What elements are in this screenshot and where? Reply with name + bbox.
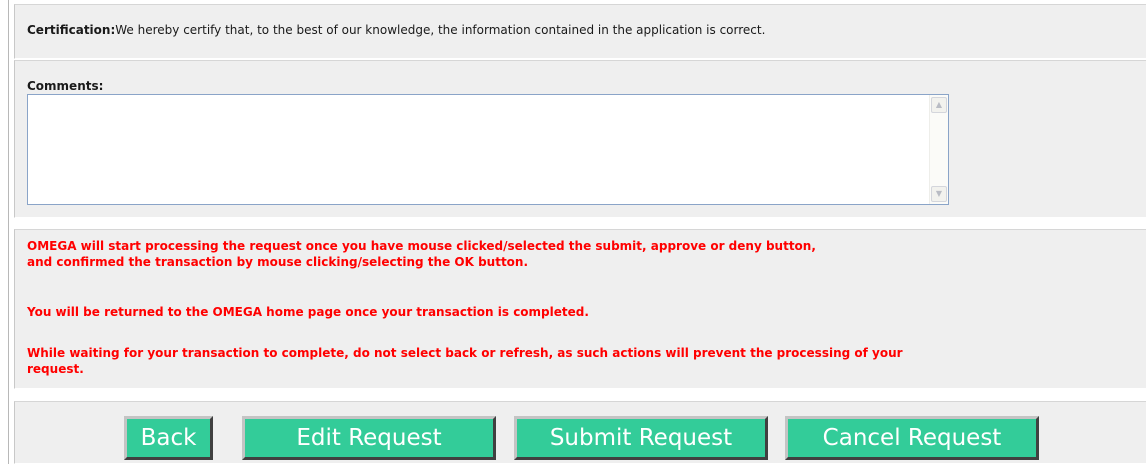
left-divider — [8, 0, 9, 464]
back-button[interactable]: Back — [124, 416, 213, 460]
submit-request-button[interactable]: Submit Request — [514, 416, 768, 460]
request-review-page: Certification:We hereby certify that, to… — [0, 0, 1146, 464]
scroll-down-arrow-icon[interactable]: ▼ — [931, 186, 947, 202]
comments-scrollbar[interactable]: ▲ ▼ — [929, 95, 948, 204]
certification-text: We hereby certify that, to the best of o… — [115, 23, 766, 37]
certification-panel: Certification:We hereby certify that, to… — [14, 4, 1146, 59]
notice-line-4: While waiting for your transaction to co… — [27, 346, 903, 360]
notice-line-1: OMEGA will start processing the request … — [27, 239, 816, 253]
comments-textarea-frame: ▲ ▼ — [27, 94, 949, 205]
edit-request-button[interactable]: Edit Request — [242, 416, 496, 460]
notice-line-3: You will be returned to the OMEGA home p… — [27, 305, 589, 319]
comments-textarea[interactable] — [28, 95, 928, 204]
cancel-request-button[interactable]: Cancel Request — [785, 416, 1039, 460]
certification-label: Certification: — [27, 23, 116, 37]
certification-statement: Certification:We hereby certify that, to… — [27, 23, 765, 37]
processing-notice-panel: OMEGA will start processing the request … — [14, 229, 1146, 389]
comments-panel: Comments: ▲ ▼ — [14, 60, 1146, 218]
action-button-bar: Back Edit Request Submit Request Cancel … — [14, 401, 1146, 464]
notice-line-5: request. — [27, 362, 84, 376]
notice-line-2: and confirmed the transaction by mouse c… — [27, 255, 529, 269]
comments-label: Comments: — [27, 79, 104, 93]
scroll-up-arrow-icon[interactable]: ▲ — [931, 97, 947, 113]
